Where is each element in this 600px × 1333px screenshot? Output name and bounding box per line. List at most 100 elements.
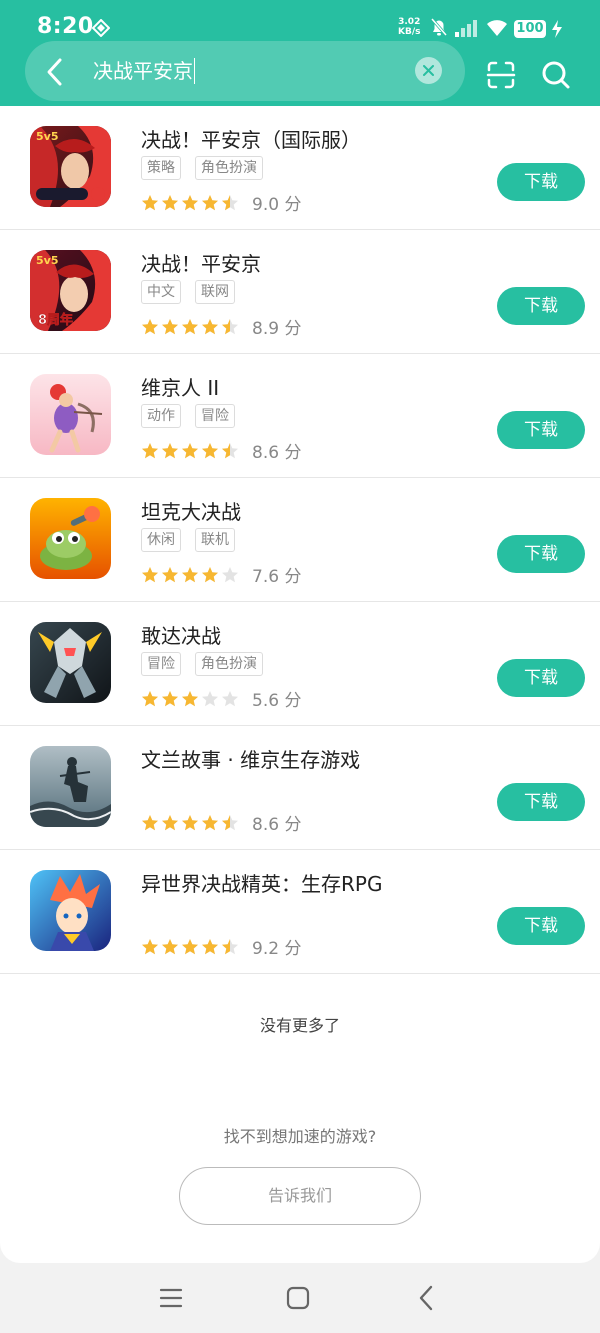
search-input[interactable]: 决战平安京 — [93, 58, 195, 84]
star-rating — [142, 938, 238, 954]
star-icon — [222, 442, 238, 458]
app-name: 坦克大决战 — [141, 500, 241, 524]
tag-list: 休闲 联机 — [141, 528, 249, 554]
list-item[interactable]: 维京人 II 动作 冒险 8.6 分 下载 — [0, 354, 600, 478]
tag: 休闲 — [141, 528, 181, 552]
download-button[interactable]: 下载 — [497, 163, 585, 201]
star-icon — [182, 814, 198, 830]
home-icon[interactable] — [286, 1286, 310, 1310]
star-icon — [142, 690, 158, 706]
tag: 联网 — [195, 280, 235, 304]
battery-level: 100 — [514, 20, 546, 38]
tag: 角色扮演 — [195, 652, 263, 676]
tag: 角色扮演 — [195, 156, 263, 180]
game-icon: 5v5 — [30, 126, 111, 207]
download-button[interactable]: 下载 — [497, 287, 585, 325]
search-bar[interactable] — [25, 41, 465, 101]
star-rating — [142, 442, 238, 458]
score: 7.6 分 — [252, 567, 302, 587]
rating: 8.6 分 — [141, 438, 302, 463]
game-icon — [30, 870, 111, 951]
star-icon — [162, 814, 178, 830]
list-item[interactable]: 文兰故事 · 维京生存游戏 8.6 分 下载 — [0, 726, 600, 850]
star-icon — [142, 938, 158, 954]
star-icon — [202, 318, 218, 334]
download-button[interactable]: 下载 — [497, 907, 585, 945]
list-item[interactable]: 坦克大决战 休闲 联机 7.6 分 下载 — [0, 478, 600, 602]
list-item[interactable]: 异世界决战精英：生存RPG 9.2 分 下载 — [0, 850, 600, 974]
tag-list: 冒险 角色扮演 — [141, 652, 277, 678]
game-icon — [30, 622, 111, 703]
star-icon — [142, 814, 158, 830]
list-item[interactable]: 5v5 决战！平安京（国际服） 策略 角色扮演 9.0 分 下载 — [0, 106, 600, 230]
star-icon — [182, 938, 198, 954]
charging-icon — [552, 20, 562, 38]
star-rating — [142, 690, 238, 706]
download-button[interactable]: 下载 — [497, 411, 585, 449]
star-icon — [162, 318, 178, 334]
signal-icon — [455, 20, 477, 37]
game-icon — [30, 374, 111, 455]
star-icon — [182, 318, 198, 334]
game-icon — [30, 746, 111, 827]
download-button[interactable]: 下载 — [497, 535, 585, 573]
svg-text:5v5: 5v5 — [36, 130, 58, 143]
star-icon — [202, 938, 218, 954]
tell-us-button[interactable]: 告诉我们 — [179, 1167, 421, 1225]
rating: 9.2 分 — [141, 934, 302, 959]
score: 8.6 分 — [252, 443, 302, 463]
net-speed-unit: KB/s — [398, 27, 421, 37]
star-icon — [162, 566, 178, 582]
results-list: 5v5 决战！平安京（国际服） 策略角色扮演 9.0 分 下载 5v5 8周年 — [0, 106, 600, 1263]
star-rating — [142, 566, 238, 582]
rating: 8.6 分 — [141, 810, 301, 835]
app-name: 决战！平安京 — [141, 252, 261, 276]
list-item[interactable]: 敢达决战 冒险 角色扮演 5.6 分 下载 — [0, 602, 600, 726]
star-icon — [182, 566, 198, 582]
star-icon — [162, 442, 178, 458]
missing-game-prompt: 找不到想加速的游戏? — [223, 1127, 377, 1146]
net-speed: 3.02 KB/s — [398, 17, 420, 37]
star-icon — [142, 194, 158, 210]
back-icon[interactable] — [40, 56, 72, 88]
app-name: 敢达决战 — [141, 624, 221, 648]
star-icon — [142, 566, 158, 582]
star-icon — [222, 938, 238, 954]
download-button[interactable]: 下载 — [497, 659, 585, 697]
star-icon — [202, 690, 218, 706]
menu-icon[interactable] — [159, 1286, 183, 1310]
star-rating — [142, 318, 238, 334]
star-icon — [222, 318, 238, 334]
svg-text:8周年: 8周年 — [38, 312, 73, 328]
net-speed-value: 3.02 — [398, 17, 421, 27]
download-button[interactable]: 下载 — [497, 783, 585, 821]
star-icon — [182, 690, 198, 706]
score: 9.2 分 — [252, 939, 302, 959]
score: 8.9 分 — [252, 319, 302, 339]
search-icon[interactable] — [540, 59, 572, 91]
tag-list: 动作 冒险 — [141, 404, 249, 430]
star-icon — [162, 194, 178, 210]
star-icon — [202, 442, 218, 458]
star-icon — [162, 938, 178, 954]
star-icon — [202, 814, 218, 830]
list-item[interactable]: 5v5 8周年 决战！平安京 中文 联网 8.9 分 下载 — [0, 230, 600, 354]
star-icon — [142, 318, 158, 334]
star-icon — [222, 566, 238, 582]
tag: 冒险 — [141, 652, 181, 676]
app-notification-icon — [92, 19, 110, 37]
clear-button[interactable] — [415, 57, 442, 84]
svg-text:5v5: 5v5 — [36, 254, 58, 267]
tag: 联机 — [195, 528, 235, 552]
scan-icon[interactable] — [485, 59, 517, 91]
star-icon — [202, 194, 218, 210]
tag: 中文 — [141, 280, 181, 304]
star-icon — [182, 194, 198, 210]
tag: 动作 — [141, 404, 181, 428]
status-time: 8:20 — [37, 14, 94, 39]
rating: 9.0 分 — [141, 190, 301, 215]
app-name: 决战！平安京（国际服） — [141, 128, 361, 152]
tag-list: 策略 角色扮演 — [141, 156, 277, 182]
nav-back-icon[interactable] — [414, 1284, 438, 1312]
star-rating — [142, 814, 238, 830]
